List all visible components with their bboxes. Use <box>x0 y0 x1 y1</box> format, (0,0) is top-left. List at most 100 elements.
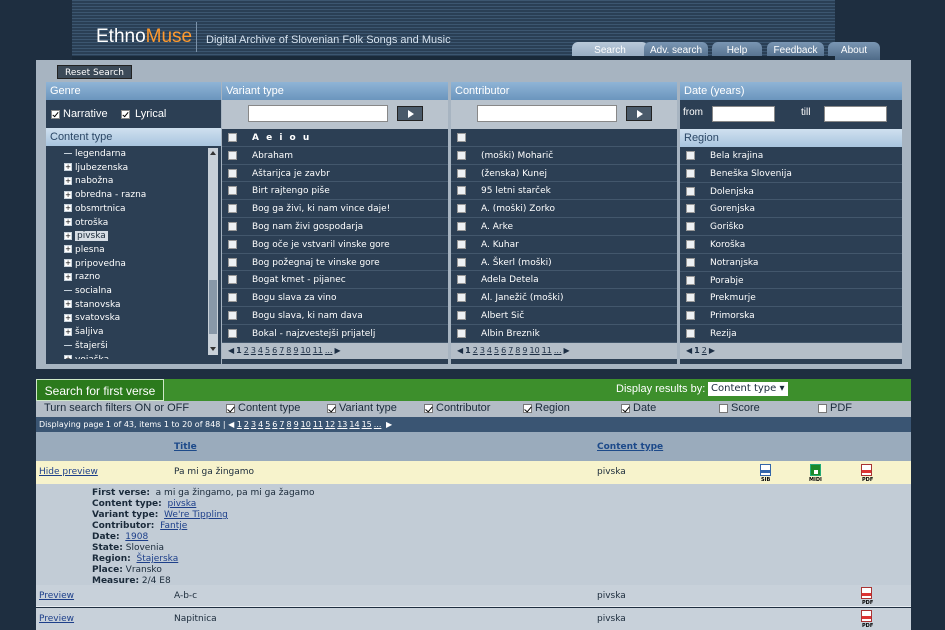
prev-icon[interactable]: ◀ <box>457 346 463 355</box>
list-item[interactable]: Prekmurje <box>680 289 902 308</box>
filter-score[interactable]: Score <box>719 402 760 414</box>
list-checkbox[interactable] <box>228 310 237 320</box>
list-item[interactable]: Bela krajina <box>680 147 902 165</box>
expand-plus-icon[interactable]: + <box>64 313 72 322</box>
page-link[interactable]: 9 <box>294 420 299 429</box>
tree-item[interactable]: +vojaška <box>64 355 109 359</box>
list-checkbox[interactable] <box>686 222 695 232</box>
title-column-header[interactable]: Title <box>174 442 197 452</box>
variant-type-input[interactable] <box>248 105 388 122</box>
list-item[interactable]: Bog nam živi gospodarja <box>222 217 448 236</box>
list-checkbox[interactable] <box>457 275 466 285</box>
list-item[interactable]: Albert Sič <box>451 306 677 325</box>
page-link[interactable]: 12 <box>325 420 335 429</box>
tree-item[interactable]: + nabožna <box>64 176 113 189</box>
list-item[interactable]: Albin Breznik <box>451 324 677 343</box>
page-link[interactable]: 5 <box>265 420 270 429</box>
list-item[interactable]: Rezija <box>680 324 902 343</box>
list-item[interactable]: A e i o u <box>222 129 448 147</box>
display-by-select[interactable]: Content type ▾ <box>708 382 788 396</box>
page-link[interactable]: 5 <box>494 346 499 355</box>
page-link[interactable]: 8 <box>515 346 520 355</box>
page-link[interactable]: 3 <box>251 420 256 429</box>
expand-plus-icon[interactable]: + <box>64 355 72 359</box>
search-first-verse-button[interactable]: Search for first verse <box>36 379 164 401</box>
list-item[interactable]: Dolenjska <box>680 182 902 201</box>
filter-region[interactable]: Region <box>523 402 570 414</box>
page-link[interactable]: 6 <box>272 420 277 429</box>
scroll-down-icon[interactable] <box>210 347 216 351</box>
site-logo[interactable]: EthnoMuse <box>96 26 192 48</box>
content-type-scrollbar[interactable] <box>208 148 218 355</box>
list-item[interactable]: Bog ga živi, ki nam vince daje! <box>222 200 448 218</box>
list-item[interactable]: Bog požegnaj te vinske gore <box>222 253 448 272</box>
page-link[interactable]: 9 <box>293 346 298 355</box>
list-item[interactable]: Porabje <box>680 271 902 290</box>
pdf-file-icon[interactable] <box>861 464 872 476</box>
preview-link[interactable]: Preview <box>39 591 74 601</box>
page-link[interactable]: 2 <box>702 346 707 355</box>
page-link[interactable]: 7 <box>508 346 513 355</box>
expand-plus-icon[interactable]: + <box>64 176 72 185</box>
filter-checkbox[interactable] <box>523 403 532 413</box>
expand-plus-icon[interactable]: + <box>64 300 72 309</box>
next-icon[interactable]: ▶ <box>335 346 341 355</box>
page-link[interactable]: ... <box>325 346 333 355</box>
page-link[interactable]: 11 <box>542 346 552 355</box>
list-item[interactable] <box>451 129 677 147</box>
list-item[interactable]: Koroška <box>680 235 902 254</box>
detail-region-link[interactable]: Štajerska <box>137 554 179 564</box>
sibelius-file-icon[interactable] <box>760 464 771 476</box>
list-checkbox[interactable] <box>457 310 466 320</box>
page-link[interactable]: 11 <box>313 346 323 355</box>
list-checkbox[interactable] <box>457 293 466 303</box>
list-item[interactable]: Bogu slava za vino <box>222 289 448 307</box>
list-item[interactable]: (ženska) Kunej <box>451 164 677 183</box>
list-checkbox[interactable] <box>686 257 695 267</box>
expand-plus-icon[interactable]: + <box>64 259 72 268</box>
page-link[interactable]: 6 <box>501 346 506 355</box>
list-checkbox[interactable] <box>457 221 466 231</box>
filter-pdf[interactable]: PDF <box>818 402 852 414</box>
tree-item[interactable]: + šaljiva <box>64 327 104 340</box>
list-item[interactable]: Goriško <box>680 218 902 236</box>
list-item[interactable]: A. Arke <box>451 217 677 236</box>
list-checkbox[interactable] <box>228 328 237 338</box>
expand-plus-icon[interactable]: + <box>64 245 72 254</box>
list-checkbox[interactable] <box>457 133 466 142</box>
next-icon[interactable]: ▶ <box>564 346 570 355</box>
list-checkbox[interactable] <box>686 168 695 178</box>
content-type-column-header[interactable]: Content type <box>597 442 663 452</box>
list-checkbox[interactable] <box>686 293 695 303</box>
reset-search-button[interactable]: Reset Search <box>57 65 132 79</box>
list-checkbox[interactable] <box>228 275 237 285</box>
list-checkbox[interactable] <box>228 221 237 231</box>
pdf-file-icon[interactable] <box>861 610 872 622</box>
hide-preview-link[interactable]: Hide preview <box>39 467 98 477</box>
page-link[interactable]: 4 <box>258 346 263 355</box>
filter-date[interactable]: Date <box>621 402 656 414</box>
page-link[interactable]: 5 <box>265 346 270 355</box>
prev-icon[interactable]: ◀ <box>228 346 234 355</box>
page-link[interactable]: 1 <box>465 346 471 355</box>
contributor-input[interactable] <box>477 105 617 122</box>
list-item[interactable]: Notranjska <box>680 253 902 272</box>
list-checkbox[interactable] <box>228 150 237 160</box>
page-link[interactable]: 1 <box>237 420 242 429</box>
expand-plus-icon[interactable]: + <box>64 190 72 199</box>
list-checkbox[interactable] <box>228 239 237 249</box>
contributor-go-button[interactable] <box>626 106 652 121</box>
list-checkbox[interactable] <box>228 168 237 178</box>
tree-item[interactable]: + pripovedna <box>64 259 126 272</box>
filter-checkbox[interactable] <box>719 403 728 413</box>
list-item[interactable]: Al. Janežič (moški) <box>451 289 677 307</box>
list-checkbox[interactable] <box>686 239 695 249</box>
page-link[interactable]: 2 <box>473 346 478 355</box>
page-link[interactable]: 9 <box>522 346 527 355</box>
page-link[interactable]: 1 <box>694 346 700 355</box>
list-checkbox[interactable] <box>457 328 466 338</box>
next-icon[interactable]: ▶ <box>709 346 715 355</box>
filter-checkbox[interactable] <box>818 403 827 413</box>
list-checkbox[interactable] <box>686 328 695 338</box>
tab-about[interactable]: About <box>828 42 880 60</box>
